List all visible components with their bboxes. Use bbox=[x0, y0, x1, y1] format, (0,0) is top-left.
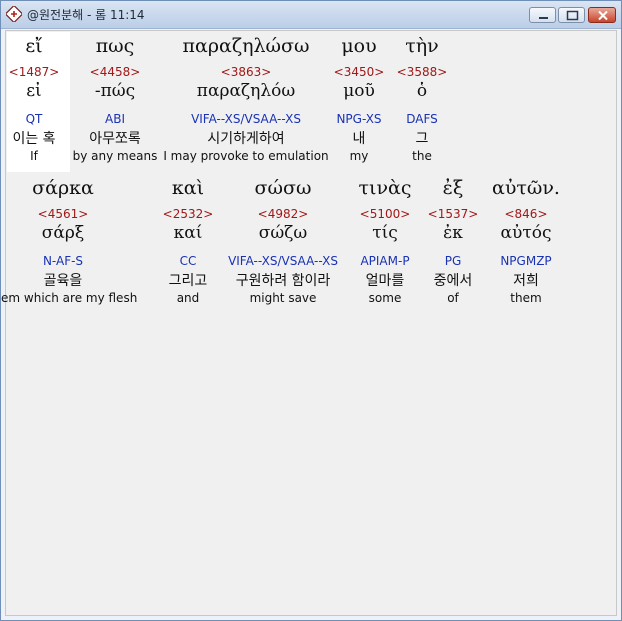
word-english: the bbox=[412, 149, 432, 163]
word-greek[interactable]: αὐτῶν. bbox=[376, 177, 622, 199]
interlinear-content[interactable]: εἴ <1487> εἰ QT 이는 혹 If πως <4458> -πώς ABI 아무쪼록 by… bbox=[0, 30, 617, 616]
word-lemma[interactable]: αὐτός bbox=[376, 223, 622, 243]
title-bar[interactable]: @원전분해 - 롬 11:14 bbox=[1, 1, 621, 29]
app-window: @원전분해 - 롬 11:14 εἴ <1487> εἰ QT 이는 혹 If πως <44… bbox=[0, 0, 622, 621]
word-parse: DAFS bbox=[406, 112, 438, 126]
word-parse: NPGMZP bbox=[500, 254, 552, 268]
close-icon bbox=[598, 10, 608, 21]
minimize-button[interactable] bbox=[529, 7, 556, 23]
word-strong[interactable]: <846> bbox=[376, 207, 622, 221]
word-greek[interactable]: τὴν bbox=[272, 35, 572, 57]
word-strong[interactable]: <3588> bbox=[272, 65, 572, 79]
word-korean: 그 bbox=[415, 131, 429, 147]
word-korean: 저희 bbox=[513, 273, 539, 289]
maximize-icon bbox=[566, 10, 579, 21]
word-english: them bbox=[510, 291, 542, 305]
close-button[interactable] bbox=[588, 7, 616, 23]
bible-app-icon[interactable] bbox=[4, 4, 24, 24]
word-lemma[interactable]: ὁ bbox=[272, 81, 572, 101]
minimize-icon bbox=[539, 17, 548, 19]
window-title: @원전분해 - 롬 11:14 bbox=[27, 8, 145, 22]
maximize-button[interactable] bbox=[558, 7, 585, 23]
